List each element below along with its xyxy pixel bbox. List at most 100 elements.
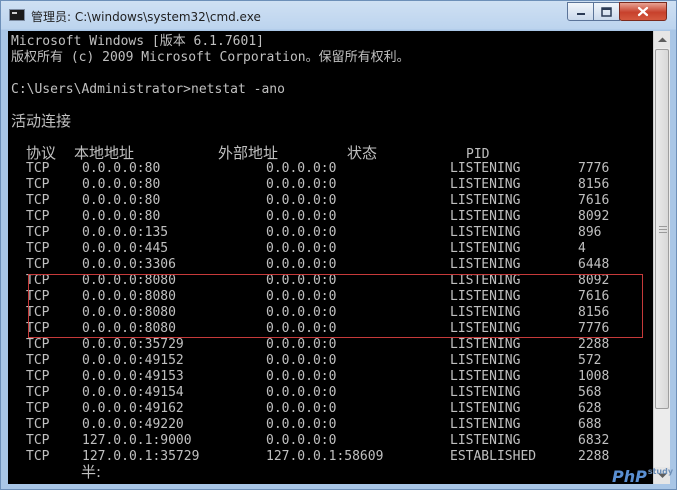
cell-state: LISTENING (450, 417, 521, 432)
cell-pid: 568 (578, 385, 602, 400)
cell-foreign-address: 0.0.0.0:0 (266, 369, 337, 384)
header-proto: 协议 (26, 144, 57, 162)
cell-state: LISTENING (450, 193, 521, 208)
cell-proto: TCP (26, 209, 50, 224)
cell-pid: 6832 (578, 433, 610, 448)
cell-pid: 688 (578, 417, 602, 432)
cell-proto: TCP (26, 401, 50, 416)
watermark-logo: PhPstudy (612, 467, 673, 486)
cell-proto: TCP (26, 385, 50, 400)
cell-pid: 628 (578, 401, 602, 416)
section-title: 活动连接 (11, 112, 72, 130)
watermark-text: PhP (612, 467, 647, 486)
cell-foreign-address: 0.0.0.0:0 (266, 385, 337, 400)
cell-state: LISTENING (450, 401, 521, 416)
cell-pid: 2288 (578, 449, 610, 464)
header-local-address: 本地地址 (74, 144, 135, 162)
cell-proto: TCP (26, 241, 50, 256)
cell-local-address: 0.0.0.0:80 (82, 161, 161, 176)
cell-pid: 6448 (578, 257, 610, 272)
cell-local-address: 0.0.0.0:35729 (82, 337, 184, 352)
cell-pid: 8092 (578, 209, 610, 224)
cell-foreign-address: 0.0.0.0:0 (266, 417, 337, 432)
cell-foreign-address: 0.0.0.0:0 (266, 241, 337, 256)
cell-foreign-address: 0.0.0.0:0 (266, 193, 337, 208)
minimize-button[interactable] (567, 2, 594, 21)
scroll-thumb[interactable] (655, 49, 669, 409)
cell-proto: TCP (26, 257, 50, 272)
cell-state: LISTENING (450, 337, 521, 352)
console-output[interactable]: Microsoft Windows [版本 6.1.7601] 版权所有 (c)… (8, 31, 653, 484)
cell-local-address: 0.0.0.0:445 (82, 241, 169, 256)
cell-state: LISTENING (450, 241, 521, 256)
cell-pid: 572 (578, 353, 602, 368)
banner-line-2: 版权所有 (c) 2009 Microsoft Corporation。保留所有… (11, 50, 410, 65)
minimize-icon (576, 12, 585, 15)
cell-foreign-address: 0.0.0.0:0 (266, 337, 337, 352)
cell-state: LISTENING (450, 177, 521, 192)
cell-state: LISTENING (450, 369, 521, 384)
cell-local-address: 0.0.0.0:80 (82, 209, 161, 224)
trailing-text: 半: (81, 463, 102, 481)
maximize-button[interactable] (593, 2, 620, 21)
command-prompt: C:\Users\Administrator>netstat -ano (11, 82, 285, 97)
cell-foreign-address: 0.0.0.0:0 (266, 209, 337, 224)
close-icon (637, 6, 649, 17)
cell-local-address: 0.0.0.0:49162 (82, 401, 184, 416)
cell-local-address: 127.0.0.1:9000 (82, 433, 192, 448)
cell-proto: TCP (26, 225, 50, 240)
cell-local-address: 0.0.0.0:3306 (82, 257, 176, 272)
cell-local-address: 0.0.0.0:49154 (82, 385, 184, 400)
header-foreign-address: 外部地址 (218, 144, 279, 162)
cell-state: LISTENING (450, 385, 521, 400)
cell-pid: 4 (578, 241, 586, 256)
watermark-sub: study (647, 467, 674, 476)
cell-foreign-address: 127.0.0.1:58609 (266, 449, 384, 464)
close-button[interactable] (619, 2, 667, 21)
scroll-up-arrow-icon (657, 37, 667, 42)
cell-state: LISTENING (450, 209, 521, 224)
scroll-up-button[interactable] (654, 31, 670, 48)
cell-local-address: 0.0.0.0:49153 (82, 369, 184, 384)
cell-pid: 7616 (578, 193, 610, 208)
cell-proto: TCP (26, 193, 50, 208)
window-title: 管理员: C:\windows\system32\cmd.exe (31, 10, 261, 24)
cell-pid: 896 (578, 225, 602, 240)
cell-foreign-address: 0.0.0.0:0 (266, 177, 337, 192)
cell-proto: TCP (26, 353, 50, 368)
cell-proto: TCP (26, 449, 50, 464)
banner-line-1: Microsoft Windows [版本 6.1.7601] (11, 34, 264, 49)
cell-pid: 2288 (578, 337, 610, 352)
cell-local-address: 0.0.0.0:135 (82, 225, 169, 240)
cell-state: LISTENING (450, 225, 521, 240)
cell-state: LISTENING (450, 257, 521, 272)
cmd-window: 管理员: C:\windows\system32\cmd.exe Microso… (0, 0, 677, 490)
cell-proto: TCP (26, 177, 50, 192)
cell-state: LISTENING (450, 353, 521, 368)
cell-foreign-address: 0.0.0.0:0 (266, 257, 337, 272)
cell-foreign-address: 0.0.0.0:0 (266, 433, 337, 448)
cmd-app-icon[interactable] (9, 9, 25, 21)
cell-foreign-address: 0.0.0.0:0 (266, 353, 337, 368)
cell-local-address: 0.0.0.0:80 (82, 177, 161, 192)
highlight-box (28, 274, 643, 338)
cell-proto: TCP (26, 433, 50, 448)
cell-foreign-address: 0.0.0.0:0 (266, 161, 337, 176)
cell-state: LISTENING (450, 161, 521, 176)
cell-proto: TCP (26, 369, 50, 384)
title-bar[interactable]: 管理员: C:\windows\system32\cmd.exe (1, 1, 676, 31)
cell-pid: 1008 (578, 369, 610, 384)
header-state: 状态 (347, 144, 378, 162)
cell-state: ESTABLISHED (450, 449, 537, 464)
cell-local-address: 0.0.0.0:80 (82, 193, 161, 208)
cell-proto: TCP (26, 337, 50, 352)
maximize-icon (601, 6, 612, 17)
cell-foreign-address: 0.0.0.0:0 (266, 225, 337, 240)
vertical-scrollbar[interactable] (653, 31, 670, 484)
cell-pid: 8156 (578, 177, 610, 192)
cell-local-address: 0.0.0.0:49220 (82, 417, 184, 432)
cell-pid: 7776 (578, 161, 610, 176)
cell-proto: TCP (26, 161, 50, 176)
cell-proto: TCP (26, 417, 50, 432)
cell-local-address: 0.0.0.0:49152 (82, 353, 184, 368)
